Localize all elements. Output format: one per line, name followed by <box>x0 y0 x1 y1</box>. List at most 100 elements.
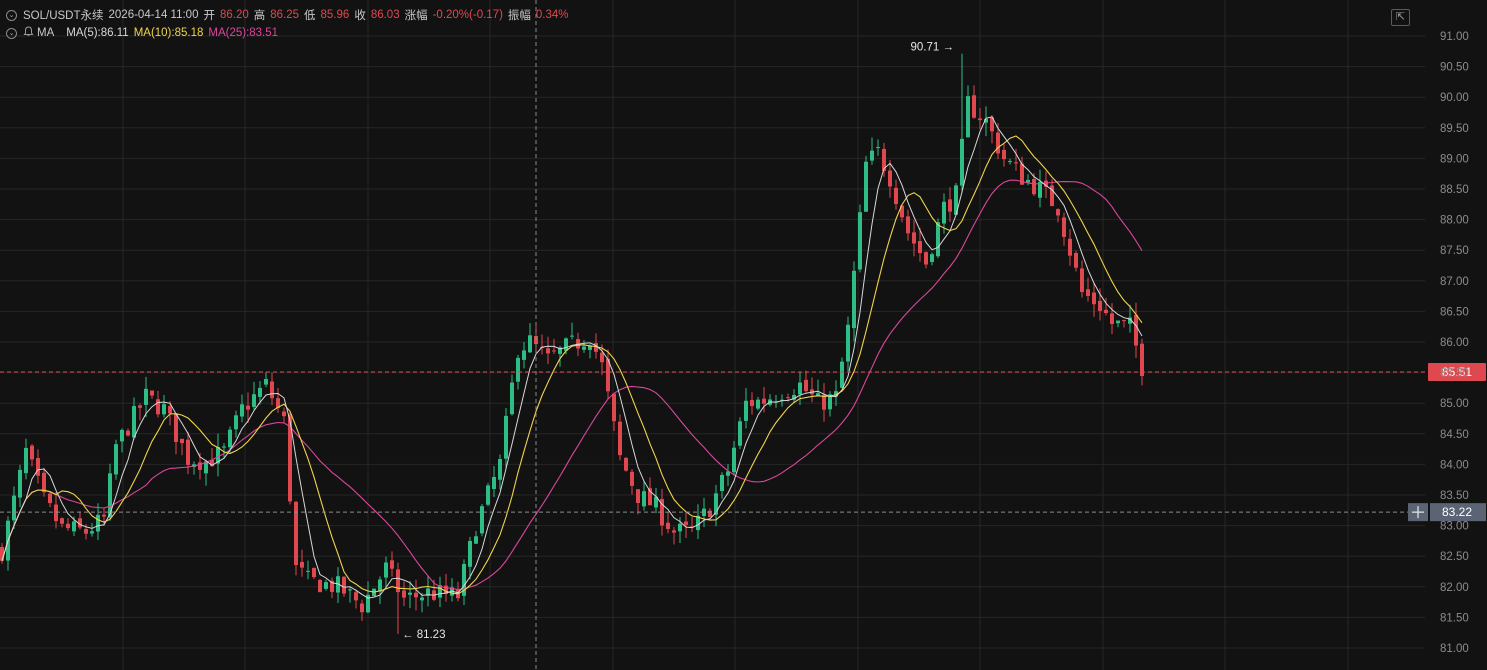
candle-body <box>378 579 382 592</box>
candle-body <box>642 491 646 507</box>
candle-body <box>504 415 508 459</box>
candle-body <box>708 510 712 518</box>
candle-body <box>1074 253 1078 268</box>
ma25-line <box>1 179 1143 591</box>
candle-body <box>12 495 16 521</box>
y-tick-label: 83.00 <box>1440 521 1469 533</box>
candle-body <box>324 582 328 589</box>
candle-body <box>84 529 88 534</box>
expand-icon[interactable]: ⇱ <box>1391 9 1410 26</box>
candle-body <box>240 404 244 417</box>
candle-body <box>876 147 880 149</box>
chevron-down-icon[interactable]: ⌄ <box>6 27 17 39</box>
candle-body <box>18 469 22 498</box>
y-tick-label: 86.00 <box>1440 337 1469 349</box>
candle-body <box>1098 300 1102 311</box>
y-tick-label: 84.00 <box>1440 459 1469 471</box>
high-value: 86.25 <box>270 9 300 21</box>
amplitude-value: 0.34% <box>535 9 569 21</box>
y-tick-label: 82.50 <box>1440 551 1469 563</box>
y-tick-label: 87.50 <box>1440 245 1469 257</box>
candle-body <box>516 357 520 382</box>
candle-body <box>1026 179 1030 183</box>
chart-grid <box>0 0 1425 670</box>
chevron-down-icon[interactable]: ⌄ <box>6 9 17 21</box>
candle-body <box>1062 217 1066 237</box>
candle-body <box>804 379 808 392</box>
y-tick-label: 91.00 <box>1440 31 1469 43</box>
candle-body <box>150 390 154 396</box>
candles-layer <box>0 53 1144 634</box>
candle-body <box>342 576 346 594</box>
candle-body <box>1002 149 1006 160</box>
candle-body <box>120 429 124 442</box>
candle-body <box>114 444 118 475</box>
y-tick-label: 90.50 <box>1440 62 1469 74</box>
candle-body <box>162 404 166 415</box>
bell-icon[interactable] <box>23 26 34 40</box>
y-tick-label: 81.50 <box>1440 612 1469 624</box>
open-label: 开 <box>203 10 215 22</box>
candle-body <box>474 536 478 544</box>
symbol-name: SOL/USDT永续 <box>23 10 104 22</box>
low-label: 低 <box>304 10 316 22</box>
close-value: 86.03 <box>370 9 400 21</box>
candle-body <box>48 493 52 504</box>
candle-body <box>978 118 982 121</box>
ma10-value: MA(10):85.18 <box>133 27 204 39</box>
candle-body <box>144 388 148 405</box>
change-label: 涨幅 <box>404 10 428 22</box>
y-tick-label: 83.50 <box>1440 490 1469 502</box>
candle-body <box>870 150 874 161</box>
candle-body <box>60 518 64 524</box>
candle-body <box>390 560 394 569</box>
candle-body <box>222 446 226 448</box>
candle-body <box>846 324 850 362</box>
candlestick-chart[interactable]: 85.5183.2290.71 →← 81.23 91.0090.5090.00… <box>0 0 1487 670</box>
candle-body <box>636 489 640 504</box>
candle-body <box>228 429 232 448</box>
candle-body <box>942 201 946 224</box>
candle-body <box>132 406 136 438</box>
amplitude-label: 振幅 <box>507 10 531 22</box>
candle-body <box>480 506 484 534</box>
candle-datetime: 2026-04-14 11:00 <box>108 9 199 21</box>
candle-body <box>840 361 844 388</box>
candle-body <box>732 447 736 473</box>
candle-body <box>492 476 496 489</box>
candle-body <box>858 212 862 270</box>
candle-body <box>384 562 388 578</box>
candle-body <box>1140 343 1144 377</box>
candle-body <box>672 530 676 533</box>
candle-body <box>126 430 130 436</box>
low-marker-label: ← 81.23 <box>402 629 445 641</box>
candle-body <box>912 232 916 244</box>
candle-body <box>852 270 856 329</box>
indicator-header: ⌄ MA MA(5):86.11 MA(10):85.18 MA(25):83.… <box>6 26 283 40</box>
crosshair-price-label: 83.22 <box>1442 505 1472 519</box>
candle-body <box>264 379 268 385</box>
candle-body <box>948 199 952 212</box>
candle-body <box>168 406 172 414</box>
candle-body <box>570 335 574 337</box>
y-tick-label: 85.00 <box>1440 398 1469 410</box>
candle-body <box>468 540 472 567</box>
candle-body <box>864 161 868 212</box>
candle-body <box>1110 313 1114 325</box>
candle-body <box>0 546 4 561</box>
candle-body <box>1080 268 1084 293</box>
candle-body <box>1032 178 1036 195</box>
candle-body <box>96 514 100 532</box>
y-tick-label: 87.00 <box>1440 276 1469 288</box>
y-tick-label: 89.00 <box>1440 153 1469 165</box>
candle-body <box>498 459 502 480</box>
candle-body <box>756 399 760 409</box>
indicator-name[interactable]: MA <box>37 27 54 39</box>
y-tick-label: 82.00 <box>1440 582 1469 594</box>
candle-body <box>522 350 526 360</box>
close-label: 收 <box>354 10 366 22</box>
candle-body <box>888 170 892 187</box>
candle-body <box>1008 161 1012 163</box>
candle-body <box>300 561 304 568</box>
candle-body <box>564 338 568 351</box>
